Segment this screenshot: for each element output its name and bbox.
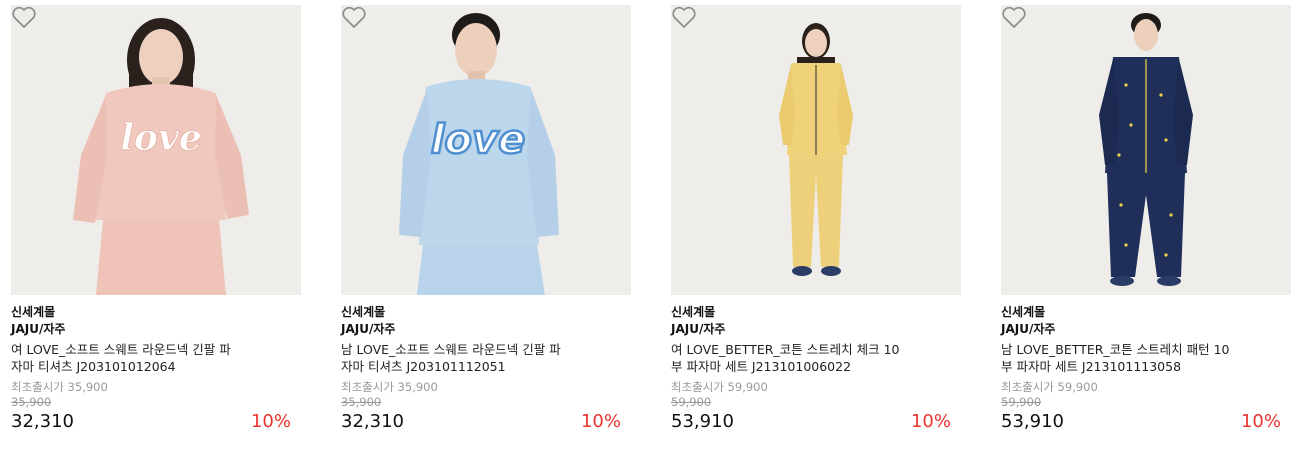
price-row: 53,910 10% bbox=[671, 410, 961, 434]
price-row: 32,310 10% bbox=[11, 410, 301, 434]
product-name-line: 자마 티셔츠 J203101112051 bbox=[341, 359, 506, 374]
product-image[interactable]: love bbox=[11, 5, 301, 295]
product-card[interactable]: love 신세계몰 JAJU/자주 남 LOVE_소프트 스웨트 라운드넥 긴팔… bbox=[341, 5, 631, 434]
mall-name: 신세계몰 bbox=[341, 305, 386, 319]
product-card[interactable]: 신세계몰 JAJU/자주 여 LOVE_BETTER_코튼 스트레치 체크 10… bbox=[671, 5, 961, 434]
brand-name[interactable]: JAJU/자주 bbox=[671, 321, 961, 337]
product-image[interactable]: love bbox=[341, 5, 631, 295]
product-name-line: 남 LOVE_BETTER_코튼 스트레치 패턴 10 bbox=[1001, 342, 1230, 357]
sale-price: 53,910 bbox=[1001, 411, 1064, 432]
garment-print-text: love bbox=[431, 117, 525, 163]
discount-rate: 10% bbox=[910, 411, 951, 432]
brand-name[interactable]: JAJU/자주 bbox=[341, 321, 631, 337]
heart-outline-icon[interactable] bbox=[11, 5, 37, 29]
product-grid: love 신세계몰 JAJU/자주 여 LOVE_소프트 스웨트 라운드넥 긴팔… bbox=[0, 0, 1296, 464]
original-price: 35,900 bbox=[11, 395, 52, 409]
product-photo-illustration: love bbox=[341, 5, 631, 295]
first-release-price: 최초출시가 59,900 bbox=[1001, 380, 1098, 394]
product-name[interactable]: 남 LOVE_소프트 스웨트 라운드넥 긴팔 파 자마 티셔츠 J2031011… bbox=[341, 341, 591, 375]
original-price: 59,900 bbox=[1001, 395, 1042, 409]
product-name[interactable]: 여 LOVE_BETTER_코튼 스트레치 체크 10 부 파자마 세트 J21… bbox=[671, 341, 921, 375]
heart-outline-icon[interactable] bbox=[1001, 5, 1027, 29]
product-image[interactable] bbox=[1001, 5, 1291, 295]
product-name[interactable]: 여 LOVE_소프트 스웨트 라운드넥 긴팔 파 자마 티셔츠 J2031010… bbox=[11, 341, 261, 375]
brand-name[interactable]: JAJU/자주 bbox=[1001, 321, 1291, 337]
product-name-line: 부 파자마 세트 J213101113058 bbox=[1001, 359, 1182, 374]
product-name-line: 자마 티셔츠 J203101012064 bbox=[11, 359, 176, 374]
heart-outline-icon[interactable] bbox=[341, 5, 367, 29]
product-photo-illustration bbox=[1001, 5, 1291, 295]
price-row: 32,310 10% bbox=[341, 410, 631, 434]
product-name-line: 남 LOVE_소프트 스웨트 라운드넥 긴팔 파 bbox=[341, 342, 561, 357]
mall-name: 신세계몰 bbox=[1001, 305, 1046, 319]
product-name-line: 부 파자마 세트 J213101006022 bbox=[671, 359, 852, 374]
mall-name: 신세계몰 bbox=[671, 305, 716, 319]
first-release-price: 최초출시가 35,900 bbox=[341, 380, 438, 394]
garment-print-text: love bbox=[120, 117, 202, 159]
original-price: 35,900 bbox=[341, 395, 382, 409]
first-release-price: 최초출시가 59,900 bbox=[671, 380, 768, 394]
discount-rate: 10% bbox=[250, 411, 291, 432]
sale-price: 53,910 bbox=[671, 411, 734, 432]
product-card[interactable]: 신세계몰 JAJU/자주 남 LOVE_BETTER_코튼 스트레치 패턴 10… bbox=[1001, 5, 1291, 434]
product-name-line: 여 LOVE_소프트 스웨트 라운드넥 긴팔 파 bbox=[11, 342, 231, 357]
first-release-price: 최초출시가 35,900 bbox=[11, 380, 108, 394]
discount-rate: 10% bbox=[580, 411, 621, 432]
product-photo-illustration: love bbox=[11, 5, 301, 295]
product-name[interactable]: 남 LOVE_BETTER_코튼 스트레치 패턴 10 부 파자마 세트 J21… bbox=[1001, 341, 1251, 375]
product-card[interactable]: love 신세계몰 JAJU/자주 여 LOVE_소프트 스웨트 라운드넥 긴팔… bbox=[11, 5, 301, 434]
product-image[interactable] bbox=[671, 5, 961, 295]
sale-price: 32,310 bbox=[11, 411, 74, 432]
brand-name[interactable]: JAJU/자주 bbox=[11, 321, 301, 337]
original-price: 59,900 bbox=[671, 395, 712, 409]
product-name-line: 여 LOVE_BETTER_코튼 스트레치 체크 10 bbox=[671, 342, 900, 357]
discount-rate: 10% bbox=[1240, 411, 1281, 432]
price-row: 53,910 10% bbox=[1001, 410, 1291, 434]
product-photo-illustration bbox=[671, 5, 961, 295]
mall-name: 신세계몰 bbox=[11, 305, 56, 319]
sale-price: 32,310 bbox=[341, 411, 404, 432]
heart-outline-icon[interactable] bbox=[671, 5, 697, 29]
